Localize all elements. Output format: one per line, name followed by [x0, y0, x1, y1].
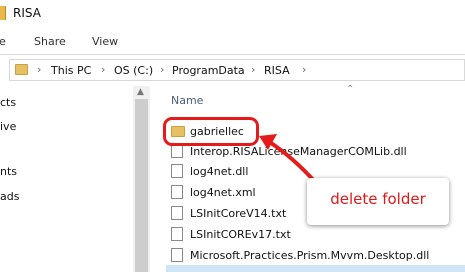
sort-chevron-up-icon: ⌃: [346, 84, 355, 95]
nav-item-drive[interactable]: ive: [0, 120, 16, 133]
file-name: log4net.xml: [190, 186, 256, 199]
window-title: RISA: [13, 6, 41, 20]
scroll-up-arrow-icon[interactable]: ▲: [137, 87, 144, 97]
folder-icon: [0, 6, 6, 20]
breadcrumb-os-c[interactable]: OS (C:): [114, 64, 153, 77]
column-header-name[interactable]: Name: [171, 94, 203, 107]
chevron-right-icon[interactable]: ›: [160, 63, 164, 76]
file-name: Microsoft.Practices.Prism.Mvvm.Desktop.d…: [190, 249, 430, 262]
navigation-pane: [0, 86, 128, 272]
breadcrumb-risa[interactable]: RISA: [264, 64, 290, 77]
nav-item-downloads[interactable]: ads: [0, 190, 19, 203]
chevron-right-icon[interactable]: ›: [37, 63, 41, 76]
ribbon: [0, 28, 465, 55]
chevron-right-icon[interactable]: ›: [302, 63, 306, 76]
folder-icon: [15, 64, 28, 75]
text-file-icon: [171, 227, 183, 241]
nav-item-objects[interactable]: cts: [0, 96, 16, 109]
selected-row-highlight[interactable]: [166, 265, 465, 272]
tab-view[interactable]: View: [92, 35, 118, 48]
dll-file-icon: [171, 144, 183, 158]
dll-file-icon: [171, 248, 183, 262]
annotation-highlight-box: [163, 117, 259, 146]
xml-file-icon: [171, 185, 183, 199]
tab-share[interactable]: Share: [34, 35, 66, 48]
nav-scrollbar-thumb[interactable]: [135, 99, 148, 272]
nav-item-documents[interactable]: nts: [0, 165, 17, 178]
file-name: Interop.RISALicenseManagerCOMLib.dll: [190, 145, 407, 158]
file-name: LSInitCoreV14.txt: [190, 207, 287, 220]
tab-file[interactable]: e: [0, 35, 6, 48]
breadcrumb-programdata[interactable]: ProgramData: [172, 64, 245, 77]
dll-file-icon: [171, 164, 183, 178]
file-name: log4net.dll: [190, 165, 249, 178]
breadcrumb-this-pc[interactable]: This PC: [51, 64, 91, 77]
file-name: LSInitCOREv17.txt: [190, 228, 291, 241]
chevron-right-icon[interactable]: ›: [101, 63, 105, 76]
chevron-right-icon[interactable]: ›: [251, 63, 255, 76]
annotation-label: delete folder: [330, 190, 426, 208]
title-bar: [0, 0, 465, 28]
text-file-icon: [171, 206, 183, 220]
